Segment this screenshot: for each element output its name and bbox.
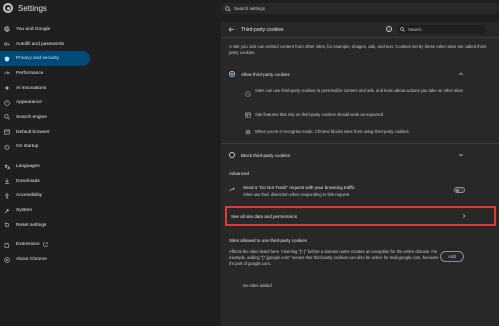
sidebar-item-ai-innovations[interactable]: AI innovations [0,81,95,96]
panel-header: Third-party cookies ? [221,22,499,36]
sidebar-item-label: About Chrome [16,257,47,263]
block-third-party-label: Block third-party cookies [241,153,291,158]
sidebar-item-autofill[interactable]: Autofill and passwords [0,37,95,52]
sidebar-item-label: Accessibility [16,193,43,199]
divider [221,143,499,144]
sidebar-item-reset[interactable]: Reset settings [0,218,95,233]
back-arrow-icon[interactable] [228,26,235,33]
settings-search-bar[interactable] [221,3,499,14]
sidebar-item-label: You and Google [16,26,51,32]
sidebar-item-downloads[interactable]: Downloads [0,174,95,189]
add-site-button[interactable]: Add [440,251,464,262]
allow-sub-personalize: Sites can use third-party cookies to per… [255,88,463,93]
sidebar-item-on-startup[interactable]: On startup [0,140,95,155]
third-party-cookies-panel: Third-party cookies ? A site you visit c… [221,22,499,326]
sidebar-item-about-chrome[interactable]: About Chrome [0,252,95,267]
allow-sub-incognito: When you're in Incognito mode, Chrome bl… [255,129,409,134]
settings-search-input[interactable] [234,6,434,11]
cookies-description: A site you visit can embed content from … [229,44,487,56]
page-title: Third-party cookies [241,27,284,33]
puzzle-icon [4,242,10,248]
browser-icon [4,129,10,135]
sidebar-item-label: Autofill and passwords [16,41,64,47]
sidebar-item-label: Languages [16,164,40,170]
do-not-track-toggle[interactable] [454,187,465,193]
do-not-track-subtitle: Sites use their discretion when respondi… [243,192,350,197]
allowed-sites-heading: Sites allowed to use third-party cookies [229,238,308,243]
sidebar-item-label: Performance [16,70,44,76]
reset-icon [4,222,10,228]
chrome-settings-logo [3,3,13,13]
chevron-right-icon [461,213,467,219]
translate-icon [4,164,10,170]
help-icon[interactable]: ? [386,26,392,32]
allow-sub-features: Site features that rely on third-party c… [255,112,384,117]
search-icon [225,5,231,12]
allow-third-party-radio[interactable] [229,71,235,77]
allowed-sites-description: Affects the sites listed here. Inserting… [229,249,439,267]
do-not-track-icon [229,187,235,193]
accessibility-icon [4,193,10,199]
sidebar-item-appearance[interactable]: Appearance [0,95,95,110]
allow-third-party-label: Allow third-party cookies [241,72,290,77]
sidebar-item-label: Downloads [16,178,40,184]
sidebar-item-you-and-google[interactable]: You and Google [0,22,95,37]
sidebar-item-default-browser[interactable]: Default browser [0,125,95,140]
sidebar-item-label: System [16,208,32,214]
sidebar-item-label: Default browser [16,129,50,135]
sidebar-item-search-engine[interactable]: Search engine [0,110,95,125]
google-icon [4,26,10,33]
wrench-icon [4,208,10,214]
external-link-icon [43,242,48,247]
sidebar-item-label: AI innovations [16,85,47,91]
chevron-down-icon[interactable] [458,152,464,158]
sparkle-icon [4,85,10,91]
palette-icon [4,100,10,106]
download-icon [4,178,10,184]
incognito-icon [245,129,251,135]
search-icon [400,27,405,32]
power-icon [4,144,10,150]
cookie-icon [245,91,251,97]
sidebar-nav: You and Google Autofill and passwords Pr… [0,22,95,267]
see-all-site-data-label: See all site data and permissions [231,214,298,219]
sidebar-item-privacy[interactable]: Privacy and security [0,51,90,67]
block-third-party-radio[interactable] [229,152,235,158]
chevron-up-icon[interactable] [458,71,464,77]
sidebar-item-system[interactable]: System [0,203,95,218]
sidebar-item-languages[interactable]: Languages [0,159,95,174]
sidebar-item-accessibility[interactable]: Accessibility [0,189,95,204]
sidebar-item-label: Appearance [16,100,42,106]
sidebar-item-label: Reset settings [16,222,47,228]
chrome-icon [4,256,10,263]
no-sites-message: No sites added [243,283,272,288]
cookies-search-bar[interactable] [397,25,486,34]
key-icon [4,41,10,47]
search-icon [4,114,10,121]
sidebar-item-performance[interactable]: Performance [0,66,95,81]
see-all-site-data-row[interactable]: See all site data and permissions [225,206,496,226]
sidebar-item-label: Privacy and security [16,56,59,62]
sidebar-item-extensions[interactable]: Extensions [0,238,95,253]
sidebar-item-label: Search engine [16,114,47,120]
app-title: Settings [18,4,47,13]
sidebar-item-label: Extensions [16,242,40,248]
divider [221,37,499,38]
site-features-icon [245,112,251,118]
speedometer-icon [4,70,10,76]
shield-icon [4,56,10,62]
do-not-track-title: Send a "Do Not Track" request with your … [243,185,355,190]
cookies-search-input[interactable] [408,27,478,32]
top-bar: Settings [0,0,499,18]
sidebar-item-label: On startup [16,144,39,150]
advanced-heading: Advanced [229,171,250,176]
